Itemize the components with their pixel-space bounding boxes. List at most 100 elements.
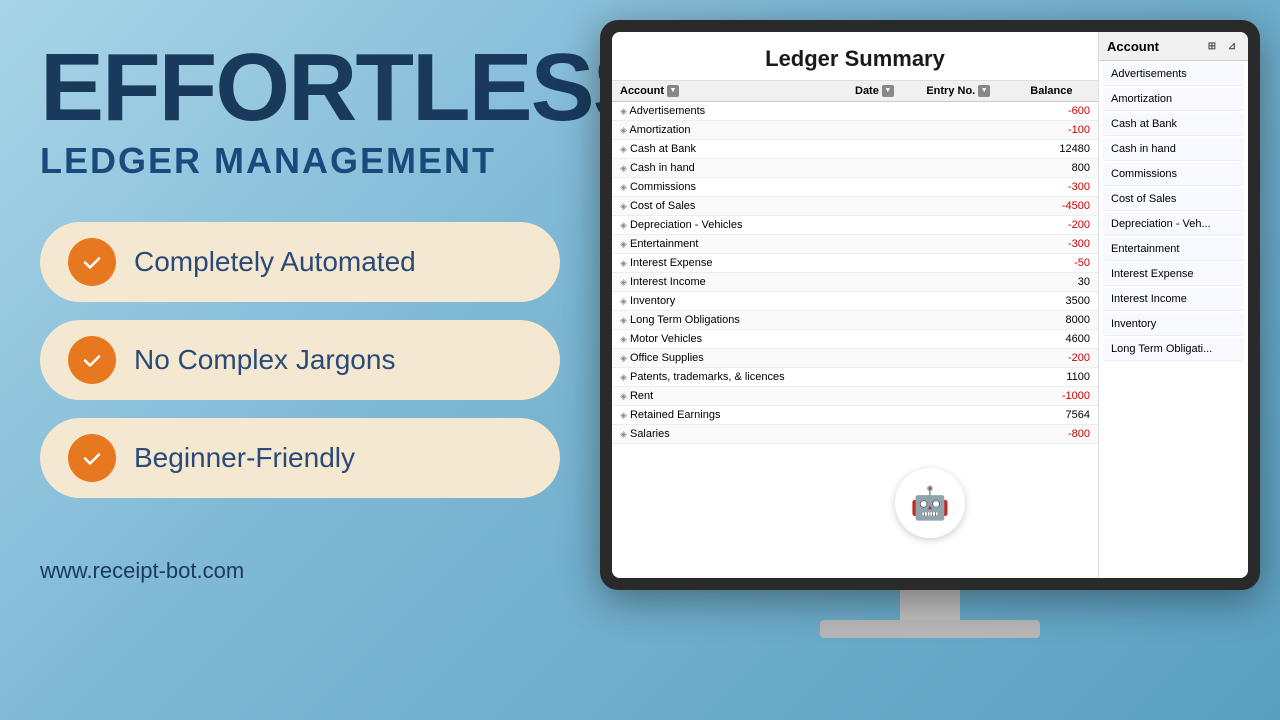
- table-row: ◈ Office Supplies -200: [612, 349, 1098, 368]
- cell-balance: 800: [1022, 159, 1098, 178]
- cell-account: ◈ Cost of Sales: [612, 197, 847, 216]
- sidebar-scroll[interactable]: AdvertisementsAmortizationCash at BankCa…: [1099, 61, 1248, 578]
- ledger-table: Account ▼ Date ▼ Entry No. ▼ Balance: [612, 81, 1098, 444]
- sub-title: LEDGER MANAGEMENT: [40, 140, 550, 182]
- table-row: ◈ Inventory 3500: [612, 292, 1098, 311]
- cell-account: ◈ Cash in hand: [612, 159, 847, 178]
- cell-entry: [918, 292, 1022, 311]
- filter-icon-2[interactable]: ⊿: [1224, 38, 1240, 54]
- sidebar-account-item[interactable]: Depreciation - Veh...: [1103, 213, 1244, 236]
- feature-item-jargons: No Complex Jargons: [40, 320, 560, 400]
- cell-entry: [918, 330, 1022, 349]
- cell-entry: [918, 311, 1022, 330]
- table-row: ◈ Commissions -300: [612, 178, 1098, 197]
- table-row: ◈ Retained Earnings 7564: [612, 406, 1098, 425]
- cell-balance: 12480: [1022, 140, 1098, 159]
- table-row: ◈ Entertainment -300: [612, 235, 1098, 254]
- col-account: Account ▼: [612, 81, 847, 102]
- cell-date: [847, 159, 918, 178]
- cell-balance: 3500: [1022, 292, 1098, 311]
- table-row: ◈ Cost of Sales -4500: [612, 197, 1098, 216]
- sidebar-account-item[interactable]: Cost of Sales: [1103, 188, 1244, 211]
- cell-date: [847, 235, 918, 254]
- cell-entry: [918, 273, 1022, 292]
- col-entry: Entry No. ▼: [918, 81, 1022, 102]
- cell-account: ◈ Long Term Obligations: [612, 311, 847, 330]
- feature-label-automated: Completely Automated: [134, 246, 416, 278]
- cell-account: ◈ Inventory: [612, 292, 847, 311]
- cell-balance: 30: [1022, 273, 1098, 292]
- sidebar-title: Account: [1107, 39, 1159, 54]
- cell-account: ◈ Salaries: [612, 425, 847, 444]
- cell-balance: -4500: [1022, 197, 1098, 216]
- check-icon-beginner: [68, 434, 116, 482]
- cell-date: [847, 140, 918, 159]
- cell-date: [847, 197, 918, 216]
- sidebar-account-item[interactable]: Commissions: [1103, 163, 1244, 186]
- sidebar-account-item[interactable]: Cash in hand: [1103, 138, 1244, 161]
- sidebar-account-item[interactable]: Entertainment: [1103, 238, 1244, 261]
- cell-balance: -200: [1022, 349, 1098, 368]
- cell-account: ◈ Interest Income: [612, 273, 847, 292]
- cell-account: ◈ Entertainment: [612, 235, 847, 254]
- cell-account: ◈ Commissions: [612, 178, 847, 197]
- monitor-stand-neck: [900, 590, 960, 620]
- cell-account: ◈ Motor Vehicles: [612, 330, 847, 349]
- cell-balance: 4600: [1022, 330, 1098, 349]
- cell-entry: [918, 178, 1022, 197]
- cell-entry: [918, 425, 1022, 444]
- filter-icon-1[interactable]: ⊞: [1204, 38, 1220, 54]
- cell-balance: 1100: [1022, 368, 1098, 387]
- cell-date: [847, 102, 918, 121]
- table-row: ◈ Interest Expense -50: [612, 254, 1098, 273]
- cell-entry: [918, 406, 1022, 425]
- sidebar-account-item[interactable]: Advertisements: [1103, 63, 1244, 86]
- cell-balance: -600: [1022, 102, 1098, 121]
- sidebar-account-item[interactable]: Interest Expense: [1103, 263, 1244, 286]
- cell-entry: [918, 254, 1022, 273]
- cell-balance: -100: [1022, 121, 1098, 140]
- cell-account: ◈ Rent: [612, 387, 847, 406]
- sidebar-account-item[interactable]: Inventory: [1103, 313, 1244, 336]
- check-icon-jargons: [68, 336, 116, 384]
- cell-date: [847, 292, 918, 311]
- monitor-stand-base: [820, 620, 1040, 638]
- col-balance: Balance: [1022, 81, 1098, 102]
- table-row: ◈ Salaries -800: [612, 425, 1098, 444]
- cell-entry: [918, 140, 1022, 159]
- table-row: ◈ Cash in hand 800: [612, 159, 1098, 178]
- cell-date: [847, 121, 918, 140]
- sidebar-account-item[interactable]: Long Term Obligati...: [1103, 338, 1244, 361]
- cell-account: ◈ Retained Earnings: [612, 406, 847, 425]
- cell-account: ◈ Advertisements: [612, 102, 847, 121]
- cell-balance: -800: [1022, 425, 1098, 444]
- cell-balance: -200: [1022, 216, 1098, 235]
- table-row: ◈ Patents, trademarks, & licences 1100: [612, 368, 1098, 387]
- main-title: EFFORTLESS: [40, 40, 550, 136]
- cell-date: [847, 425, 918, 444]
- cell-entry: [918, 216, 1022, 235]
- monitor-wrapper: Ledger Summary Account ▼ Date ▼: [590, 20, 1270, 700]
- cell-balance: -1000: [1022, 387, 1098, 406]
- cell-account: ◈ Amortization: [612, 121, 847, 140]
- feature-item-beginner: Beginner-Friendly: [40, 418, 560, 498]
- feature-label-jargons: No Complex Jargons: [134, 344, 395, 376]
- table-row: ◈ Long Term Obligations 8000: [612, 311, 1098, 330]
- feature-label-beginner: Beginner-Friendly: [134, 442, 355, 474]
- cell-entry: [918, 102, 1022, 121]
- sidebar-account-item[interactable]: Cash at Bank: [1103, 113, 1244, 136]
- cell-account: ◈ Patents, trademarks, & licences: [612, 368, 847, 387]
- robot-icon: 🤖: [895, 468, 965, 538]
- cell-date: [847, 387, 918, 406]
- sidebar-account-item[interactable]: Amortization: [1103, 88, 1244, 111]
- account-sidebar-header: Account ⊞ ⊿: [1099, 32, 1248, 61]
- cell-entry: [918, 387, 1022, 406]
- cell-date: [847, 216, 918, 235]
- table-row: ◈ Interest Income 30: [612, 273, 1098, 292]
- cell-account: ◈ Cash at Bank: [612, 140, 847, 159]
- check-icon-automated: [68, 238, 116, 286]
- cell-date: [847, 368, 918, 387]
- col-date: Date ▼: [847, 81, 918, 102]
- sidebar-account-item[interactable]: Interest Income: [1103, 288, 1244, 311]
- cell-balance: 7564: [1022, 406, 1098, 425]
